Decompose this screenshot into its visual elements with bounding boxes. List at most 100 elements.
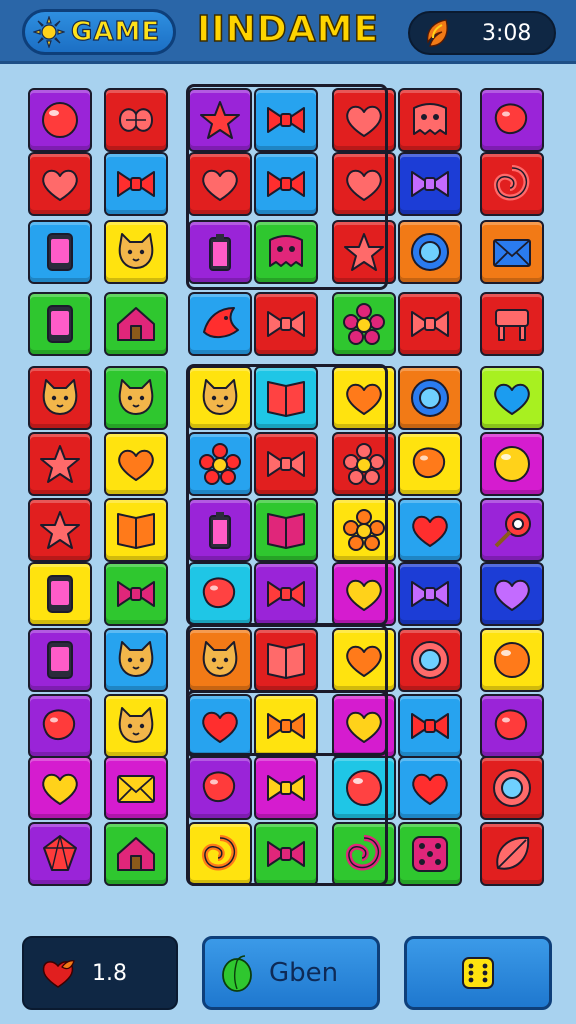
house-icon — [117, 307, 155, 341]
tile-heart-r5c7[interactable] — [480, 366, 544, 430]
dice-button[interactable] — [404, 936, 552, 1010]
tile-bean-r10c1[interactable] — [28, 694, 92, 758]
tile-battery-r7c3[interactable] — [188, 498, 252, 562]
tile-bow-r8c4[interactable] — [254, 562, 318, 626]
tile-cat-r9c2[interactable] — [104, 628, 168, 692]
tile-star-r7c1[interactable] — [28, 498, 92, 562]
tile-heart-r6c2[interactable] — [104, 432, 168, 496]
tile-flower-r4c5[interactable] — [332, 292, 396, 356]
tile-envelope-r11c2[interactable] — [104, 756, 168, 820]
tile-heart-r8c7[interactable] — [480, 562, 544, 626]
tile-bubble-r1c1[interactable] — [28, 88, 92, 152]
tile-heart-r2c5[interactable] — [332, 152, 396, 216]
tile-heart-r1c5[interactable] — [332, 88, 396, 152]
tile-book-r7c4[interactable] — [254, 498, 318, 562]
tile-phone-r9c1[interactable] — [28, 628, 92, 692]
tile-bow-r2c4[interactable] — [254, 152, 318, 216]
tile-bubble-r6c7[interactable] — [480, 432, 544, 496]
heart-icon — [118, 449, 154, 481]
tile-bean-r1c7[interactable] — [480, 88, 544, 152]
tile-swirl-r12c3[interactable] — [188, 822, 252, 886]
tile-cat-r5c3[interactable] — [188, 366, 252, 430]
tile-heart-r8c5[interactable] — [332, 562, 396, 626]
tile-cat-r10c2[interactable] — [104, 694, 168, 758]
tile-leaf-r12c7[interactable] — [480, 822, 544, 886]
tile-house-r4c2[interactable] — [104, 292, 168, 356]
tile-ring-r5c6[interactable] — [398, 366, 462, 430]
tile-bow-r10c6[interactable] — [398, 694, 462, 758]
tile-star-r6c1[interactable] — [28, 432, 92, 496]
tile-bow-r12c4[interactable] — [254, 822, 318, 886]
tile-flower-r6c3[interactable] — [188, 432, 252, 496]
tile-bean-r10c7[interactable] — [480, 694, 544, 758]
tile-dice-r12c6[interactable] — [398, 822, 462, 886]
heart-icon — [42, 169, 78, 201]
tile-ghost-r1c6[interactable] — [398, 88, 462, 152]
tile-heart-r11c1[interactable] — [28, 756, 92, 820]
tile-heart-r10c3[interactable] — [188, 694, 252, 758]
tile-heart-r11c6[interactable] — [398, 756, 462, 820]
tile-bow-r8c2[interactable] — [104, 562, 168, 626]
tile-bow-r10c4[interactable] — [254, 694, 318, 758]
tile-heart-r9c5[interactable] — [332, 628, 396, 692]
tile-bow-r2c6[interactable] — [398, 152, 462, 216]
bean-icon — [42, 709, 76, 741]
tile-cat-r5c2[interactable] — [104, 366, 168, 430]
tile-bow-r8c6[interactable] — [398, 562, 462, 626]
tile-house-r12c2[interactable] — [104, 822, 168, 886]
heart-icon — [346, 169, 382, 201]
tile-bow-r6c4[interactable] — [254, 432, 318, 496]
tile-flower-r6c5[interactable] — [332, 432, 396, 496]
tile-phone-r4c1[interactable] — [28, 292, 92, 356]
book-icon — [117, 513, 155, 549]
bow-icon — [267, 841, 305, 867]
tile-heart-r2c1[interactable] — [28, 152, 92, 216]
tile-envelope-r3c7[interactable] — [480, 220, 544, 284]
tile-battery-r3c3[interactable] — [188, 220, 252, 284]
tile-bow-r4c6[interactable] — [398, 292, 462, 356]
tile-cat-r5c1[interactable] — [28, 366, 92, 430]
tile-flower-r7c5[interactable] — [332, 498, 396, 562]
fire-leaf-icon — [427, 19, 448, 47]
tile-bow-r4c4[interactable] — [254, 292, 318, 356]
tile-knot-r1c2[interactable] — [104, 88, 168, 152]
tile-bean-r6c6[interactable] — [398, 432, 462, 496]
tile-bird-r4c3[interactable] — [188, 292, 252, 356]
tile-phone-r3c1[interactable] — [28, 220, 92, 284]
tile-bubble-r9c7[interactable] — [480, 628, 544, 692]
tile-bubble-r11c5[interactable] — [332, 756, 396, 820]
tile-ring-r3c6[interactable] — [398, 220, 462, 284]
tile-star-r3c5[interactable] — [332, 220, 396, 284]
tile-candy-r7c7[interactable] — [480, 498, 544, 562]
tile-bow-r2c2[interactable] — [104, 152, 168, 216]
tile-gem-r12c1[interactable] — [28, 822, 92, 886]
tile-cat-r3c2[interactable] — [104, 220, 168, 284]
tile-stool-r4c7[interactable] — [480, 292, 544, 356]
tile-heart-r7c6[interactable] — [398, 498, 462, 562]
tile-phone-r8c1[interactable] — [28, 562, 92, 626]
tile-heart-r2c3[interactable] — [188, 152, 252, 216]
tile-swirl-r12c5[interactable] — [332, 822, 396, 886]
tile-bow-r1c4[interactable] — [254, 88, 318, 152]
tile-swirl-r2c7[interactable] — [480, 152, 544, 216]
swirl-icon — [202, 835, 238, 871]
tile-book-r5c4[interactable] — [254, 366, 318, 430]
bubble-icon — [42, 102, 78, 138]
lives-button[interactable]: 1.8 — [22, 936, 178, 1010]
tile-star-r1c3[interactable] — [188, 88, 252, 152]
tile-ghost-r3c4[interactable] — [254, 220, 318, 284]
tile-book-r9c4[interactable] — [254, 628, 318, 692]
tile-bow-r11c4[interactable] — [254, 756, 318, 820]
bubble-icon — [494, 642, 530, 678]
green-action-button[interactable]: Gben — [202, 936, 380, 1010]
tile-book-r7c2[interactable] — [104, 498, 168, 562]
tile-bean-r11c3[interactable] — [188, 756, 252, 820]
tile-cat-r9c3[interactable] — [188, 628, 252, 692]
tile-heart-r10c5[interactable] — [332, 694, 396, 758]
heart-icon — [346, 711, 382, 743]
tile-ring-r11c7[interactable] — [480, 756, 544, 820]
tile-heart-r5c5[interactable] — [332, 366, 396, 430]
bean-icon — [412, 447, 446, 479]
tile-ring-r9c6[interactable] — [398, 628, 462, 692]
tile-bean-r8c3[interactable] — [188, 562, 252, 626]
